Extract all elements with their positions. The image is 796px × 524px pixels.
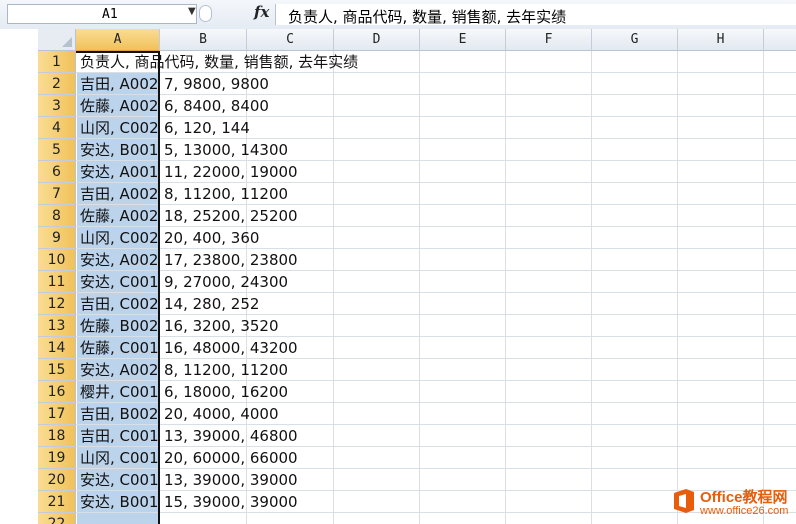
- row-header-16[interactable]: 16: [38, 381, 76, 403]
- cell-a9[interactable]: 山冈, C002: [80, 227, 158, 249]
- chevron-down-icon[interactable]: ▼: [188, 6, 196, 17]
- cell-a20[interactable]: 安达, C001: [80, 469, 158, 491]
- select-all-button[interactable]: [38, 29, 76, 51]
- row-header-21[interactable]: 21: [38, 491, 76, 513]
- spreadsheet-grid: A B C D E F G H 1 负责人, 商品代码, 数量, 销售额, 去年实绩 2 吉田, A0…: [0, 29, 796, 524]
- cell-a11[interactable]: 安达, C001: [80, 271, 158, 293]
- cell-b5[interactable]: 5, 13000, 14300: [164, 139, 288, 161]
- gridline-vertical: [333, 51, 334, 524]
- formula-input[interactable]: 负责人, 商品代码, 数量, 销售额, 去年实绩: [275, 4, 796, 26]
- cell-b16[interactable]: 6, 18000, 16200: [164, 381, 288, 403]
- name-box-value: A1: [102, 7, 118, 22]
- cell-b7[interactable]: 8, 11200, 11200: [164, 183, 288, 205]
- cell-b8[interactable]: 18, 25200, 25200: [164, 205, 298, 227]
- watermark: Office教程网 www.office26.com: [672, 486, 796, 524]
- cell-a5[interactable]: 安达, B001: [80, 139, 158, 161]
- row-header-19[interactable]: 19: [38, 447, 76, 469]
- cell-b15[interactable]: 8, 11200, 11200: [164, 359, 288, 381]
- cell-a10[interactable]: 安达, A002: [80, 249, 158, 271]
- column-header-partial[interactable]: [764, 29, 796, 51]
- cell-b10[interactable]: 17, 23800, 23800: [164, 249, 298, 271]
- cell-a1-text: 负责人, 商品代码, 数量, 销售额, 去年实绩: [80, 53, 359, 71]
- cell-b6[interactable]: 11, 22000, 19000: [164, 161, 298, 183]
- formula-bar: A1 ▼ fx 负责人, 商品代码, 数量, 销售额, 去年实绩: [0, 0, 796, 30]
- cell-b4[interactable]: 6, 120, 144: [164, 117, 250, 139]
- formula-bar-resize-handle[interactable]: [199, 5, 212, 22]
- row-header-20[interactable]: 20: [38, 469, 76, 491]
- row-header-22[interactable]: 22: [38, 513, 76, 524]
- row-header-10[interactable]: 10: [38, 249, 76, 271]
- name-box[interactable]: A1 ▼: [7, 4, 197, 24]
- watermark-title: Office教程网: [700, 489, 788, 506]
- row-header-2[interactable]: 2: [38, 73, 76, 95]
- gridline-vertical: [591, 51, 592, 524]
- column-header-c[interactable]: C: [247, 29, 334, 51]
- cell-a12[interactable]: 吉田, C002: [80, 293, 158, 315]
- cell-a4[interactable]: 山冈, C002: [80, 117, 158, 139]
- cell-b2[interactable]: 7, 9800, 9800: [164, 73, 269, 95]
- row-header-7[interactable]: 7: [38, 183, 76, 205]
- row-header-9[interactable]: 9: [38, 227, 76, 249]
- cell-b11[interactable]: 9, 27000, 24300: [164, 271, 288, 293]
- cell-a19[interactable]: 山冈, C001: [80, 447, 158, 469]
- cell-b18[interactable]: 13, 39000, 46800: [164, 425, 298, 447]
- row-header-17[interactable]: 17: [38, 403, 76, 425]
- row-header-12[interactable]: 12: [38, 293, 76, 315]
- cell-b3[interactable]: 6, 8400, 8400: [164, 95, 269, 117]
- gridline-vertical: [677, 51, 678, 524]
- row-header-13[interactable]: 13: [38, 315, 76, 337]
- cell-b17[interactable]: 20, 4000, 4000: [164, 403, 279, 425]
- cell-a3[interactable]: 佐藤, A002: [80, 95, 158, 117]
- cell-a7[interactable]: 吉田, A002: [80, 183, 158, 205]
- cell-a15[interactable]: 安达, A002: [80, 359, 158, 381]
- row-header-5[interactable]: 5: [38, 139, 76, 161]
- cell-a17[interactable]: 吉田, B002: [80, 403, 158, 425]
- row-header-6[interactable]: 6: [38, 161, 76, 183]
- cell-b12[interactable]: 14, 280, 252: [164, 293, 259, 315]
- cell-a14[interactable]: 佐藤, C001: [80, 337, 158, 359]
- left-margin: [0, 29, 38, 524]
- cell-b20[interactable]: 13, 39000, 39000: [164, 469, 298, 491]
- row-header-15[interactable]: 15: [38, 359, 76, 381]
- cell-b21[interactable]: 15, 39000, 39000: [164, 491, 298, 513]
- cell-a18[interactable]: 吉田, C001: [80, 425, 158, 447]
- row-header-18[interactable]: 18: [38, 425, 76, 447]
- watermark-url: www.office26.com: [700, 505, 789, 517]
- cell-b13[interactable]: 16, 3200, 3520: [164, 315, 279, 337]
- insert-function-icon[interactable]: fx: [254, 3, 269, 21]
- formula-text: 负责人, 商品代码, 数量, 销售额, 去年实绩: [288, 8, 567, 26]
- row-header-8[interactable]: 8: [38, 205, 76, 227]
- cell-a2[interactable]: 吉田, A002: [80, 73, 158, 95]
- selection-border: [158, 51, 160, 524]
- row-header-11[interactable]: 11: [38, 271, 76, 293]
- column-header-d[interactable]: D: [334, 29, 420, 51]
- column-header-a[interactable]: A: [76, 29, 160, 51]
- cell-a8[interactable]: 佐藤, A002: [80, 205, 158, 227]
- column-header-h[interactable]: H: [678, 29, 764, 51]
- gridline-vertical: [419, 51, 420, 524]
- row-header-3[interactable]: 3: [38, 95, 76, 117]
- cell-b14[interactable]: 16, 48000, 43200: [164, 337, 298, 359]
- cell-a16[interactable]: 樱井, C001: [80, 381, 158, 403]
- cell-a21[interactable]: 安达, B001: [80, 491, 158, 513]
- column-header-e[interactable]: E: [420, 29, 506, 51]
- gridline-vertical: [763, 51, 764, 524]
- column-header-f[interactable]: F: [506, 29, 592, 51]
- cell-b9[interactable]: 20, 400, 360: [164, 227, 259, 249]
- column-header-b[interactable]: B: [160, 29, 247, 51]
- cell-b19[interactable]: 20, 60000, 66000: [164, 447, 298, 469]
- cell-a6[interactable]: 安达, A001: [80, 161, 158, 183]
- column-header-g[interactable]: G: [592, 29, 678, 51]
- row-header-1[interactable]: 1: [38, 51, 76, 73]
- gridline-vertical: [505, 51, 506, 524]
- row-header-4[interactable]: 4: [38, 117, 76, 139]
- row-header-14[interactable]: 14: [38, 337, 76, 359]
- active-cell-border: [76, 51, 160, 53]
- office-logo-icon: [674, 489, 694, 513]
- cell-a13[interactable]: 佐藤, B002: [80, 315, 158, 337]
